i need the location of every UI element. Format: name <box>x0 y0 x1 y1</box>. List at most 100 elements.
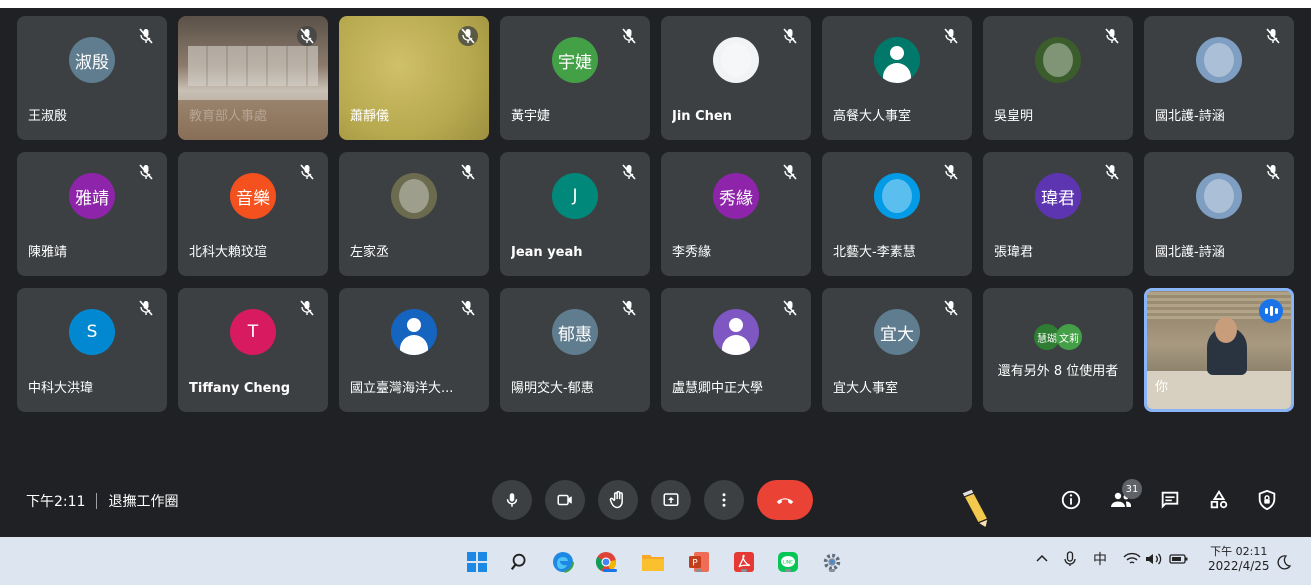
taskbar-acrobat[interactable] <box>731 549 757 575</box>
activities-button[interactable] <box>1204 485 1234 515</box>
microphone-icon <box>506 493 518 507</box>
taskbar-line[interactable]: LINE <box>775 549 801 575</box>
people-count-badge: 31 <box>1122 479 1142 499</box>
more-options-button[interactable] <box>704 480 744 520</box>
chat-button[interactable] <box>1155 485 1185 515</box>
meeting-info: 下午2:11 退撫工作圈 <box>26 491 178 511</box>
edge-icon <box>552 551 574 573</box>
participant-tile[interactable]: 教育部人事處 <box>178 16 328 140</box>
mic-off-icon <box>461 300 475 316</box>
battery-icon[interactable] <box>1169 553 1189 565</box>
windows-start-button[interactable] <box>464 549 490 575</box>
file-explorer-icon <box>642 555 664 571</box>
muted-indicator <box>780 26 800 46</box>
divider <box>96 493 98 509</box>
muted-indicator <box>619 298 639 318</box>
mic-off-icon <box>461 28 475 44</box>
participant-tile[interactable]: 國北護-詩涵 <box>1144 16 1294 140</box>
mic-off-icon <box>622 164 636 180</box>
wifi-icon[interactable] <box>1123 552 1141 566</box>
camera-button[interactable] <box>545 480 585 520</box>
taskbar-powerpoint[interactable]: P <box>686 549 712 575</box>
participant-tile[interactable]: 左家丞 <box>339 152 489 276</box>
taskbar-settings[interactable] <box>819 549 845 575</box>
chevron-up-icon[interactable] <box>1035 552 1049 566</box>
cartoon-boy-avatar-icon <box>713 37 759 83</box>
participant-tile[interactable]: 盧慧卿中正大學 <box>661 288 811 412</box>
default-person-avatar-icon <box>391 309 437 355</box>
do-not-disturb-icon[interactable] <box>1276 554 1292 570</box>
mic-off-icon <box>944 300 958 316</box>
muted-indicator <box>297 26 317 46</box>
participant-tile[interactable]: 淑殷 王淑殷 <box>17 16 167 140</box>
muted-indicator <box>1102 26 1122 46</box>
participant-tile[interactable]: S 中科大洪瑋 <box>17 288 167 412</box>
ime-indicator[interactable]: 中 <box>1093 549 1107 569</box>
mic-off-icon <box>1266 164 1280 180</box>
mic-off-icon <box>783 164 797 180</box>
participant-tile[interactable]: 宇婕 黃宇婕 <box>500 16 650 140</box>
overflow-avatars: 慧瑚 文莉 <box>983 324 1133 350</box>
clock-time: 下午 02:11 <box>1210 545 1268 558</box>
microphone-tray-icon[interactable] <box>1063 551 1077 567</box>
taskbar-search-button[interactable] <box>507 549 533 575</box>
clock-date: 2022/4/25 <box>1208 559 1270 573</box>
participant-name: Jean yeah <box>511 245 583 260</box>
meeting-details-button[interactable] <box>1056 485 1086 515</box>
participant-tile[interactable]: 吳皇明 <box>983 16 1133 140</box>
participant-tile[interactable]: 國北護-詩涵 <box>1144 152 1294 276</box>
system-tray: 中 <box>1035 549 1189 569</box>
participant-name: 國北護-詩涵 <box>1155 109 1225 124</box>
chat-icon <box>1161 491 1179 509</box>
muted-indicator <box>458 298 478 318</box>
participant-tile[interactable]: 北藝大-李素慧 <box>822 152 972 276</box>
end-call-icon <box>776 498 794 505</box>
participant-tile[interactable]: 音樂 北科大賴玟瑄 <box>178 152 328 276</box>
default-person-avatar-icon <box>713 309 759 355</box>
avatar: 音樂 <box>230 173 276 219</box>
avatar: 郁惠 <box>552 309 598 355</box>
participant-tile[interactable]: 宜大 宜大人事室 <box>822 288 972 412</box>
participant-name: 國北護-詩涵 <box>1155 245 1225 260</box>
mic-off-icon <box>622 28 636 44</box>
participant-tile[interactable]: 秀緣 李秀緣 <box>661 152 811 276</box>
participant-tile[interactable]: Jin Chen <box>661 16 811 140</box>
mic-off-icon <box>300 300 314 316</box>
end-call-button[interactable] <box>757 480 813 520</box>
taskbar-chrome[interactable] <box>593 549 619 575</box>
participant-tile[interactable]: 雅靖 陳雅靖 <box>17 152 167 276</box>
more-participants-tile[interactable]: 慧瑚 文莉 還有另外 8 位使用者 <box>983 288 1133 412</box>
mic-off-icon <box>1105 28 1119 44</box>
self-head <box>1215 317 1237 343</box>
participant-name: 高餐大人事室 <box>833 109 912 124</box>
taskbar-file-explorer[interactable] <box>640 549 666 575</box>
mic-off-icon <box>944 164 958 180</box>
avatar: J <box>552 173 598 219</box>
present-button[interactable] <box>651 480 691 520</box>
mic-off-icon <box>1266 28 1280 44</box>
host-controls-icon <box>1258 489 1276 511</box>
host-controls-button[interactable] <box>1252 485 1282 515</box>
participant-tile[interactable]: 瑋君 張瑋君 <box>983 152 1133 276</box>
participant-tile[interactable]: 郁惠陽明交大-郁惠 <box>500 288 650 412</box>
participant-tile[interactable]: 蕭靜儀 <box>339 16 489 140</box>
volume-icon[interactable] <box>1145 552 1163 566</box>
top-strip <box>0 0 1311 8</box>
raise-hand-button[interactable] <box>598 480 638 520</box>
windows-start-icon <box>467 552 487 572</box>
participant-tile[interactable]: 國立臺灣海洋大... <box>339 288 489 412</box>
self-video-tile[interactable]: 你 <box>1144 288 1294 412</box>
participant-name: 陽明交大-郁惠 <box>511 381 594 396</box>
taskbar-edge[interactable] <box>550 549 576 575</box>
muted-indicator <box>458 26 478 46</box>
people-button[interactable]: 31 <box>1106 479 1142 515</box>
muted-indicator <box>136 298 156 318</box>
taskbar-clock[interactable]: 下午 02:11 2022/4/25 <box>1208 544 1270 574</box>
mic-button[interactable] <box>492 480 532 520</box>
participant-tile[interactable]: J Jean yeah <box>500 152 650 276</box>
participant-tile[interactable]: 高餐大人事室 <box>822 16 972 140</box>
mic-off-icon <box>300 164 314 180</box>
participant-tile[interactable]: T Tiffany Cheng <box>178 288 328 412</box>
info-icon <box>1061 490 1081 510</box>
avatar: 宜大 <box>874 309 920 355</box>
